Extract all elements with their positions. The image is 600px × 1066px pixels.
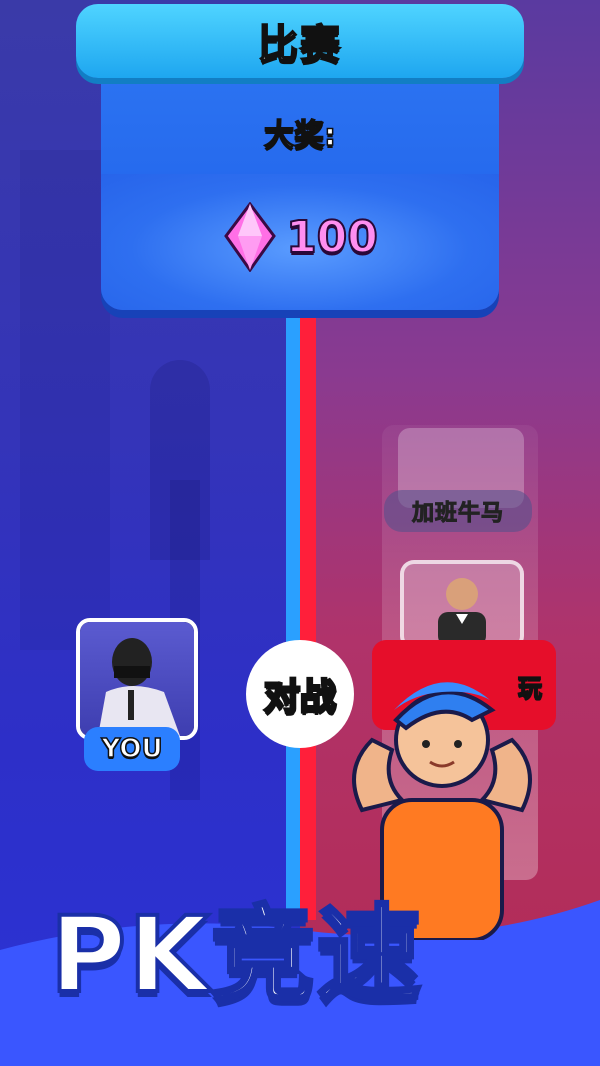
you-badge: YOU — [84, 727, 180, 771]
match-title: 比赛 — [257, 21, 342, 69]
suit-avatar-icon — [438, 578, 486, 646]
right-team-stripe — [300, 300, 316, 920]
scenery-wall — [20, 150, 110, 650]
opponent-card-suit — [400, 560, 524, 650]
prize-value: 100 — [285, 211, 379, 264]
opponent-name-pill: 加班牛马 — [384, 490, 532, 532]
masked-player-avatar — [98, 638, 180, 736]
left-team-stripe — [286, 300, 300, 920]
pk-race-title: PK竞速 — [48, 892, 423, 1018]
match-title-bar: 比赛 — [76, 4, 524, 78]
pink-gem-icon — [224, 202, 276, 272]
prize-row: 100 — [101, 202, 499, 272]
player-card-you[interactable] — [76, 618, 198, 740]
award-label: 大奖: — [263, 117, 337, 154]
prize-panel: 大奖: 100 — [101, 60, 499, 310]
